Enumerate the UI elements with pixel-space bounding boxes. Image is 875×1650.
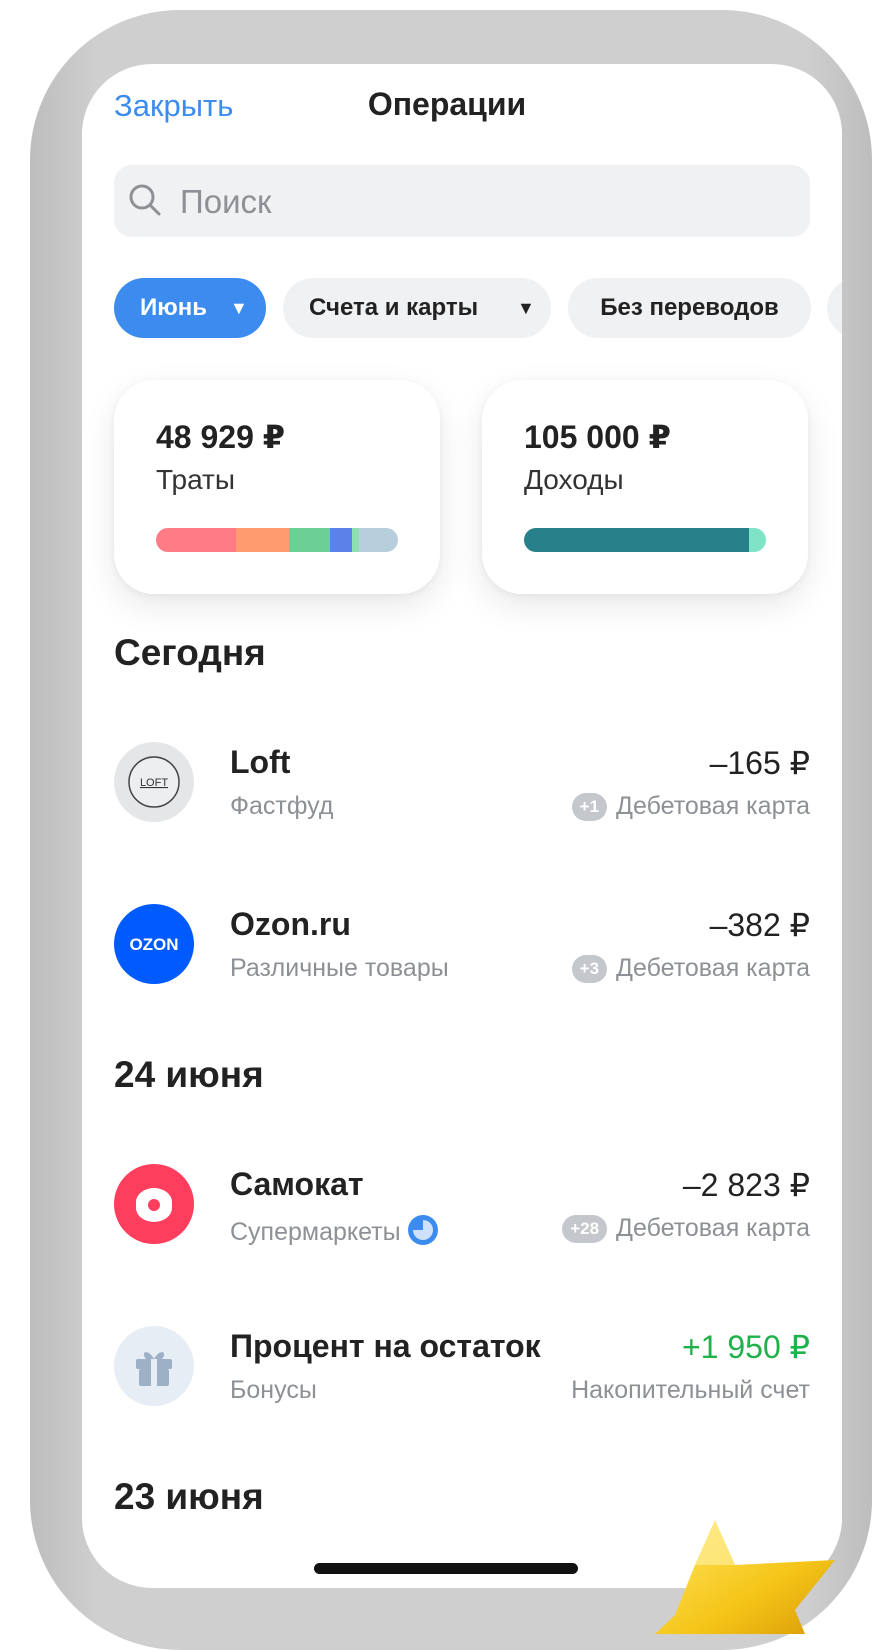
operation-row-loft[interactable]: LOFT Loft Фастфуд –165 ₽ +1 Дебетовая ка… (114, 740, 810, 824)
bar-segment (289, 528, 331, 552)
operation-row-ozon[interactable]: OZON Ozon.ru Различные товары –382 ₽ +3 … (114, 902, 810, 986)
operation-row-interest[interactable]: Процент на остаток Бонусы +1 950 ₽ Накоп… (114, 1324, 810, 1408)
chevron-down-icon: ▼ (517, 298, 535, 318)
home-indicator[interactable] (314, 1563, 578, 1574)
accounts-filter-label: Счета и карты (309, 294, 479, 321)
section-title-today: Сегодня (114, 632, 266, 673)
svg-text:LOFT: LOFT (140, 777, 168, 789)
no-transfers-filter-chip[interactable]: Без переводов (568, 278, 811, 338)
star-decoration-icon (655, 1520, 835, 1634)
operation-amount: –165 ₽ (709, 745, 810, 781)
operation-merchant: Ozon.ru (230, 906, 351, 942)
operation-account: +3 Дебетовая карта (571, 954, 810, 983)
gift-icon (114, 1326, 194, 1406)
operation-account-label: Дебетовая карта (616, 954, 810, 982)
spending-category-bar (156, 528, 398, 552)
bar-segment (351, 528, 360, 552)
page-title-text: Операции (367, 86, 527, 122)
month-filter-chip[interactable]: Июнь ▼ (114, 278, 266, 338)
cashback-badge: +1 (571, 792, 608, 821)
cashback-badge: +28 (562, 1214, 608, 1243)
operation-category: Фастфуд (230, 792, 334, 820)
spending-amount: 48 929 ₽ (156, 419, 286, 455)
operation-merchant: Процент на остаток (230, 1328, 541, 1364)
operations-screen: Закрыть Операции Июнь ▼ Счета и карты ▼ … (82, 64, 842, 1588)
income-category-bar (524, 528, 766, 552)
cashback-badge: +3 (571, 954, 608, 983)
bar-segment (330, 528, 352, 552)
chevron-down-icon: ▼ (230, 298, 248, 318)
operation-account: +1 Дебетовая карта (571, 792, 810, 821)
bar-segment (524, 528, 750, 552)
operation-category-label: Супермаркеты (230, 1218, 401, 1246)
section-title-june-23: 23 июня (114, 1476, 264, 1517)
operation-merchant: Loft (230, 744, 291, 780)
page-title: Операции (82, 86, 842, 123)
operation-category: Различные товары (230, 954, 449, 982)
income-amount: 105 000 ₽ (524, 419, 671, 455)
ozon-logo: OZON (114, 904, 194, 984)
search-icon (129, 184, 161, 216)
search-input[interactable] (178, 165, 782, 239)
spending-label: Траты (156, 464, 236, 495)
operation-merchant: Самокат (230, 1166, 364, 1202)
operation-account-label: Накопительный счет (571, 1376, 810, 1404)
samokat-logo (114, 1164, 194, 1244)
accounts-filter-chip[interactable]: Счета и карты ▼ (283, 278, 551, 338)
ozon-logo-text: OZON (129, 935, 178, 954)
operation-amount: –2 823 ₽ (682, 1167, 810, 1203)
operation-account-label: Дебетовая карта (616, 1214, 810, 1242)
no-transfers-filter-label: Без переводов (600, 294, 779, 321)
month-filter-label: Июнь (140, 294, 207, 321)
operation-category: Супермаркеты (230, 1214, 439, 1247)
income-summary-card[interactable]: 105 000 ₽ Доходы (482, 380, 808, 594)
loft-logo: LOFT (114, 742, 194, 822)
search-bar[interactable] (114, 165, 810, 239)
operation-account: +28 Дебетовая карта (562, 1214, 810, 1243)
bar-segment (235, 528, 290, 552)
bar-segment (156, 528, 236, 552)
spending-summary-card[interactable]: 48 929 ₽ Траты (114, 380, 440, 594)
operation-category: Бонусы (230, 1376, 317, 1404)
income-label: Доходы (524, 464, 624, 495)
bar-segment (749, 528, 766, 552)
more-filter-chip[interactable] (827, 278, 842, 338)
operation-amount: –382 ₽ (709, 907, 810, 943)
pie-chart-icon (407, 1215, 438, 1245)
operation-amount: +1 950 ₽ (681, 1329, 810, 1365)
bar-segment (359, 528, 398, 552)
operation-account: Накопительный счет (571, 1376, 810, 1405)
section-title-june-24: 24 июня (114, 1054, 264, 1095)
operation-row-samokat[interactable]: Самокат Супермаркеты –2 823 ₽ +28 Дебето… (114, 1162, 810, 1246)
operation-account-label: Дебетовая карта (616, 792, 810, 820)
